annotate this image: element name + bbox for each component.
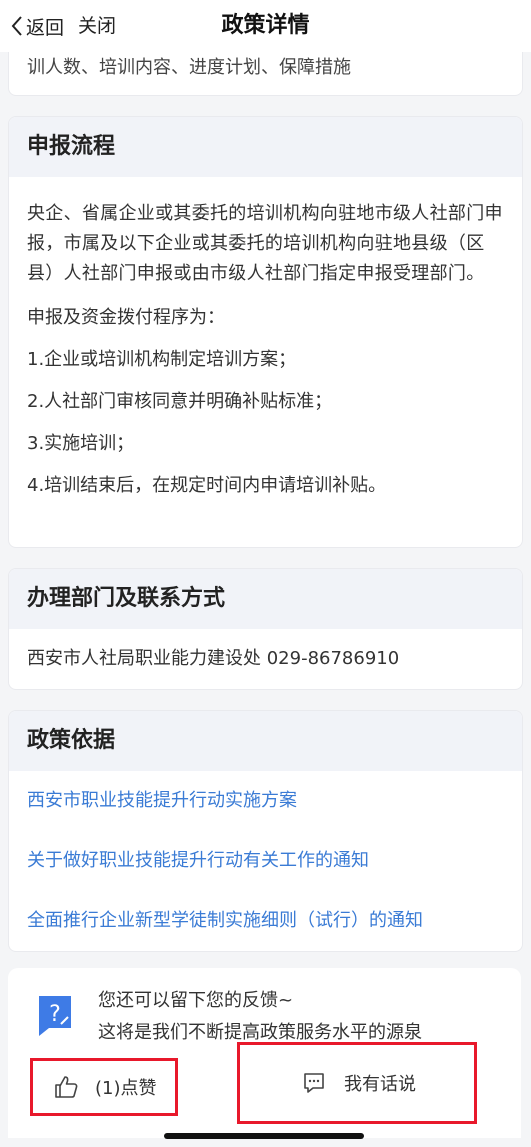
process-heading: 申报流程 [9,117,522,177]
page-title: 政策详情 [221,13,310,38]
feedback-panel: ? 您还可以留下您的反馈~ 这将是我们不断提高政策服务水平的源泉 (1)点赞 我… [8,968,521,1138]
comment-icon [304,1073,324,1093]
process-paragraph: 央企、省属企业或其委托的培训机构向驻地市级人社部门申报，市属及以下企业或其委托的… [27,203,503,284]
feedback-subtext: 这将是我们不断提高政策服务水平的源泉 [98,1022,422,1043]
policy-link[interactable]: 关于做好职业技能提升行动有关工作的通知 [9,831,522,891]
comment-label: 我有话说 [344,1074,416,1095]
home-indicator [164,1133,364,1139]
feedback-prompt: 您还可以留下您的反馈~ [98,990,294,1011]
basis-heading: 政策依据 [9,711,522,771]
process-line: 1.企业或培训机构制定培训方案； [27,349,297,370]
process-line: 3.实施培训； [27,433,135,454]
policy-link[interactable]: 全面推行企业新型学徒制实施细则（试行）的通知 [9,891,522,951]
process-line: 4.培训结束后，在规定时间内申请培训补贴。 [27,475,387,496]
policy-link[interactable]: 西安市职业技能提升行动实施方案 [9,771,522,831]
department-contact: 西安市人社局职业能力建设处 029-86786910 [27,648,400,669]
department-heading: 办理部门及联系方式 [9,569,522,629]
department-card: 办理部门及联系方式 西安市人社局职业能力建设处 029-86786910 [8,568,523,690]
like-label: (1)点赞 [95,1078,157,1099]
previous-section-text: 训人数、培训内容、进度计划、保障措施 [27,57,351,78]
feedback-question-icon: ? [39,996,71,1036]
thumbs-up-icon [55,1076,78,1098]
nav-bar: 返回 关闭 政策详情 [0,0,531,52]
process-line: 2.人社部门审核同意并明确补贴标准； [27,391,333,412]
like-button[interactable]: (1)点赞 [30,1058,178,1116]
basis-card: 政策依据 西安市职业技能提升行动实施方案 关于做好职业技能提升行动有关工作的通知… [8,710,523,952]
svg-text:?: ? [49,1002,61,1027]
process-card: 申报流程 央企、省属企业或其委托的培训机构向驻地市级人社部门申报，市属及以下企业… [8,116,523,548]
comment-button[interactable]: 我有话说 [237,1042,477,1124]
process-line: 申报及资金拨付程序为： [27,307,225,328]
